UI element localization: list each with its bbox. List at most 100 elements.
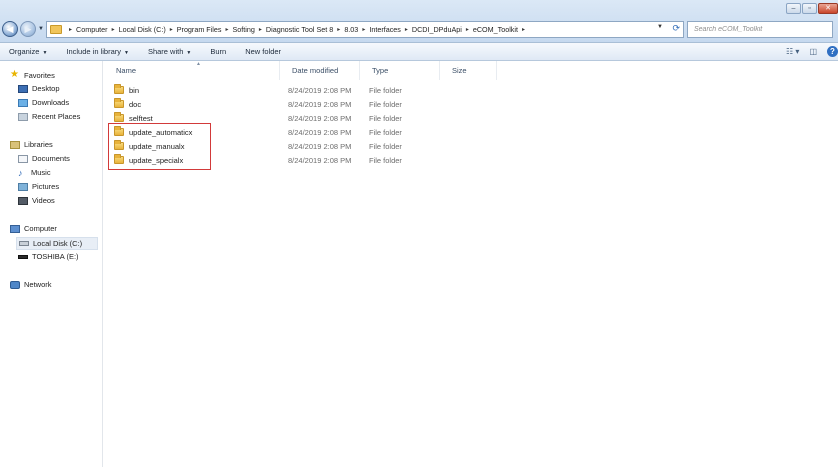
sidebar-item-toshiba[interactable]: TOSHIBA (E:) (18, 252, 79, 261)
recent-pages-dropdown[interactable]: ▼ (38, 26, 44, 32)
sidebar-item-label: Libraries (24, 140, 53, 149)
sidebar-item-label: Documents (32, 154, 70, 163)
chevron-right-icon[interactable]: ▸ (170, 26, 173, 33)
chevron-right-icon[interactable]: ▸ (259, 26, 262, 33)
search-input[interactable] (694, 26, 824, 33)
refresh-icon[interactable]: ⟳ (672, 23, 680, 34)
include-in-library-label: Include in library (66, 47, 121, 56)
file-date: 8/24/2019 2:08 PM (288, 155, 352, 165)
file-date: 8/24/2019 2:08 PM (288, 127, 352, 137)
include-in-library-menu[interactable]: Include in library ▼ (66, 47, 129, 56)
column-header-label: Date modified (292, 66, 339, 75)
sidebar-item-documents[interactable]: Documents (18, 154, 70, 163)
breadcrumb-interfaces[interactable]: Interfaces (369, 25, 401, 34)
sidebar-item-pictures[interactable]: Pictures (18, 182, 59, 191)
sidebar-item-label: TOSHIBA (E:) (32, 252, 79, 261)
toolbar-right: ☷ ▾ ◫ ? (776, 46, 838, 57)
title-bar: – ▫ ✕ ◀ ▶ ▼ ▸ Computer ▸ Local Disk (C:)… (0, 0, 838, 43)
close-button[interactable]: ✕ (818, 3, 838, 14)
network-icon (10, 280, 20, 289)
address-bar[interactable]: ▸ Computer ▸ Local Disk (C:) ▸ Program F… (46, 21, 684, 38)
chevron-right-icon[interactable]: ▸ (112, 26, 115, 33)
column-header-label: Name (116, 66, 137, 75)
sidebar-item-label: Pictures (32, 182, 60, 191)
column-header-type[interactable]: Type (360, 61, 440, 80)
sidebar-item-libraries[interactable]: Libraries (10, 140, 53, 149)
breadcrumb-local-disk[interactable]: Local Disk (C:) (119, 25, 166, 34)
column-header-name[interactable]: Name (104, 61, 280, 80)
chevron-right-icon[interactable]: ▸ (337, 26, 340, 33)
forward-arrow-icon: ▶ (24, 24, 32, 34)
file-type: File folder (369, 141, 402, 151)
back-button[interactable]: ◀ (2, 21, 18, 37)
chevron-right-icon[interactable]: ▸ (522, 26, 525, 33)
file-type: File folder (369, 155, 402, 165)
organize-label: Organize (9, 47, 40, 56)
file-name: bin (129, 85, 140, 95)
sidebar-item-favorites[interactable]: ★ Favorites (10, 70, 55, 80)
search-box[interactable] (687, 21, 833, 38)
command-bar: Organize ▼ Include in library ▼ Share with… (0, 43, 838, 61)
share-with-menu[interactable]: Share with ▼ (148, 47, 191, 56)
sidebar-item-label: Network (24, 280, 52, 289)
folder-icon (50, 25, 62, 34)
file-type: File folder (369, 85, 402, 95)
chevron-down-icon: ▼ (42, 50, 48, 56)
folder-icon (114, 112, 124, 122)
file-name: selftest (129, 113, 153, 123)
help-icon[interactable]: ? (827, 46, 838, 57)
navigation-pane: ★ Favorites Desktop Downloads Recent Pla… (0, 61, 103, 467)
back-arrow-icon: ◀ (6, 24, 14, 34)
documents-icon (18, 154, 28, 163)
file-date: 8/24/2019 2:08 PM (288, 85, 352, 95)
preview-pane-icon[interactable]: ◫ (809, 47, 817, 56)
column-header-date-modified[interactable]: Date modified (280, 61, 360, 80)
new-folder-button[interactable]: New folder (245, 47, 281, 56)
breadcrumb-computer[interactable]: Computer (76, 25, 108, 34)
breadcrumb-version[interactable]: 8.03 (344, 25, 358, 34)
column-header-size[interactable]: Size (440, 61, 497, 80)
sidebar-item-network[interactable]: Network (10, 280, 52, 289)
chevron-right-icon[interactable]: ▸ (466, 26, 469, 33)
forward-button[interactable]: ▶ (20, 21, 36, 37)
file-date: 8/24/2019 2:08 PM (288, 141, 352, 151)
sidebar-item-recent-places[interactable]: Recent Places (18, 112, 80, 121)
breadcrumb-softing[interactable]: Softing (233, 25, 255, 34)
chevron-down-icon: ▼ (124, 50, 129, 56)
breadcrumb-dcdi-dpduapi[interactable]: DCDI_DPduApi (412, 25, 462, 34)
sidebar-item-desktop[interactable]: Desktop (18, 84, 60, 93)
chevron-right-icon[interactable]: ▸ (69, 26, 72, 33)
maximize-button[interactable]: ▫ (802, 3, 817, 14)
file-name: doc (129, 99, 142, 109)
chevron-down-icon[interactable]: ▼ (657, 24, 663, 30)
music-icon: ♪ (18, 167, 23, 178)
change-view-icon[interactable]: ☷ ▾ (786, 47, 799, 56)
sidebar-item-label: Desktop (32, 84, 60, 93)
minimize-button[interactable]: – (786, 3, 801, 14)
file-date: 8/24/2019 2:08 PM (288, 113, 352, 123)
file-list: Name ▲ Date modified Type Size bin 8/24/… (104, 61, 838, 467)
sidebar-item-downloads[interactable]: Downloads (18, 98, 69, 107)
sidebar-item-local-disk[interactable]: Local Disk (C:) (16, 237, 98, 250)
table-row[interactable]: doc 8/24/2019 2:08 PM File folder (114, 97, 514, 111)
burn-button[interactable]: Burn (210, 47, 226, 56)
highlight-box (108, 123, 211, 170)
chevron-right-icon[interactable]: ▸ (405, 26, 408, 33)
column-header-label: Size (452, 66, 467, 75)
file-type: File folder (369, 127, 402, 137)
sidebar-item-music[interactable]: ♪ Music (18, 168, 51, 177)
sidebar-item-computer[interactable]: Computer (10, 224, 57, 233)
sidebar-item-label: Recent Places (32, 112, 81, 121)
breadcrumb-ecom-toolkit[interactable]: eCOM_Toolkit (473, 25, 518, 34)
pictures-icon (18, 182, 28, 191)
breadcrumb-diagnostic-tool-set[interactable]: Diagnostic Tool Set 8 (266, 25, 333, 34)
sort-ascending-icon: ▲ (196, 61, 201, 67)
sidebar-item-label: Local Disk (C:) (33, 239, 83, 248)
table-row[interactable]: bin 8/24/2019 2:08 PM File folder (114, 83, 514, 97)
organize-menu[interactable]: Organize ▼ (9, 47, 47, 56)
window-controls: – ▫ ✕ (785, 3, 838, 14)
chevron-right-icon[interactable]: ▸ (362, 26, 365, 33)
breadcrumb-program-files[interactable]: Program Files (177, 25, 222, 34)
chevron-right-icon[interactable]: ▸ (225, 26, 228, 33)
sidebar-item-videos[interactable]: Videos (18, 196, 55, 205)
